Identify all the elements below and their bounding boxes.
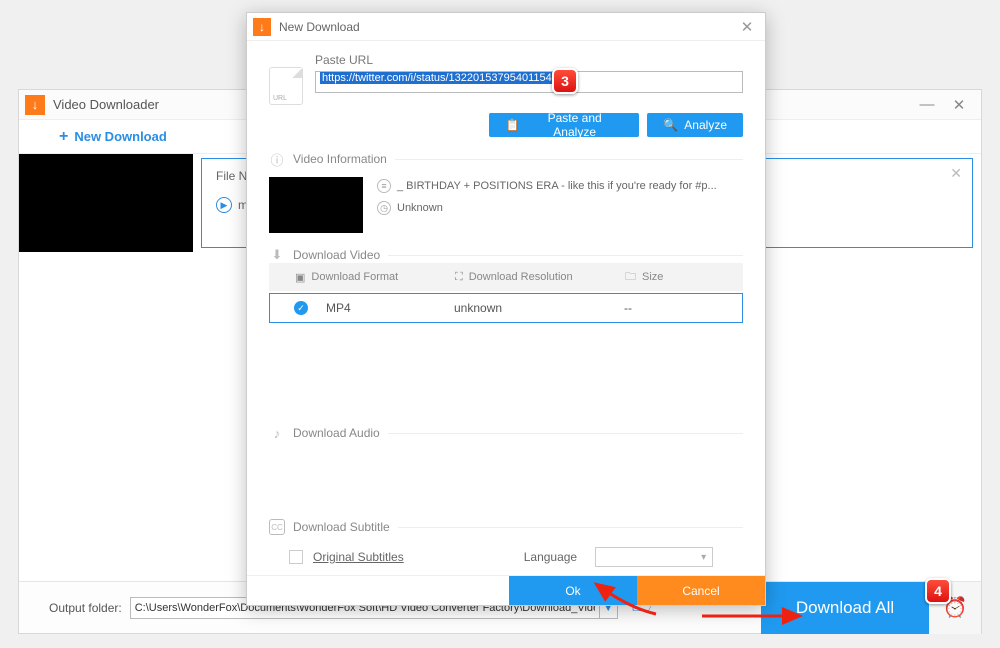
col-resolution-icon: ⛶ xyxy=(455,271,463,284)
col-format-icon: ▣ xyxy=(295,271,305,284)
output-folder-label: Output folder: xyxy=(49,601,122,615)
new-download-button[interactable]: + New Download xyxy=(59,128,167,146)
download-audio-label: Download Audio xyxy=(293,426,380,440)
callout-4: 4 xyxy=(925,578,951,604)
download-video-icon: ⬇ xyxy=(269,247,285,263)
dialog-titlebar: ↓ New Download ✕ xyxy=(247,13,765,41)
dialog-close-button[interactable]: ✕ xyxy=(735,18,759,36)
cancel-button[interactable]: Cancel xyxy=(637,576,765,605)
dialog-body: URL Paste URL https://twitter.com/i/stat… xyxy=(247,41,765,575)
url-file-icon: URL xyxy=(269,67,303,105)
url-input[interactable]: https://twitter.com/i/status/13220153795… xyxy=(315,71,743,93)
ok-button[interactable]: Ok xyxy=(509,576,637,605)
item-thumbnail xyxy=(19,154,193,252)
download-video-label: Download Video xyxy=(293,248,380,262)
paste-url-label: Paste URL xyxy=(315,53,743,67)
row-size: -- xyxy=(624,301,718,315)
plus-icon: + xyxy=(59,128,68,146)
clipboard-search-icon: 📋 xyxy=(505,118,520,132)
close-button[interactable]: ✕ xyxy=(943,93,975,117)
original-subtitles-label: Original Subtitles xyxy=(313,550,404,564)
new-download-label: New Download xyxy=(74,129,166,144)
language-label: Language xyxy=(524,550,577,564)
paste-and-analyze-button[interactable]: 📋 Paste and Analyze xyxy=(489,113,639,137)
format-option-row[interactable]: ✓ MP4 unknown -- xyxy=(269,293,743,323)
clock-icon: ◷ xyxy=(377,201,391,215)
app-logo-icon: ↓ xyxy=(25,95,45,115)
info-icon: ⓘ xyxy=(269,151,285,167)
new-download-dialog: ↓ New Download ✕ URL Paste URL https://t… xyxy=(246,12,766,606)
video-thumbnail xyxy=(269,177,363,233)
cc-icon: CC xyxy=(269,519,285,535)
language-select[interactable]: ▾ xyxy=(595,547,713,567)
download-subtitle-label: Download Subtitle xyxy=(293,520,390,534)
col-size-icon: 🗀 xyxy=(625,268,636,287)
format-table-header: ▣Download Format ⛶Download Resolution 🗀S… xyxy=(269,263,743,291)
analyze-button[interactable]: 🔍 Analyze xyxy=(647,113,743,137)
title-icon: ≡ xyxy=(377,179,391,193)
search-icon: 🔍 xyxy=(663,118,678,132)
selected-check-icon: ✓ xyxy=(294,301,308,315)
row-resolution: unknown xyxy=(454,301,624,315)
dialog-title: New Download xyxy=(279,20,735,34)
remove-item-button[interactable]: ✕ xyxy=(950,165,962,182)
minimize-button[interactable]: — xyxy=(911,93,943,117)
format-icon: ▶ xyxy=(216,197,232,213)
row-format: MP4 xyxy=(326,301,454,315)
dialog-logo-icon: ↓ xyxy=(253,18,271,36)
original-subtitles-checkbox[interactable] xyxy=(289,550,303,564)
video-duration: Unknown xyxy=(397,202,443,214)
download-all-button[interactable]: Download All xyxy=(761,582,929,634)
dialog-footer: Ok Cancel xyxy=(247,575,765,605)
video-information-label: Video Information xyxy=(293,152,387,166)
video-title: _ BIRTHDAY + POSITIONS ERA - like this i… xyxy=(397,180,717,192)
callout-3: 3 xyxy=(552,68,578,94)
audio-icon: ♪ xyxy=(269,425,285,441)
